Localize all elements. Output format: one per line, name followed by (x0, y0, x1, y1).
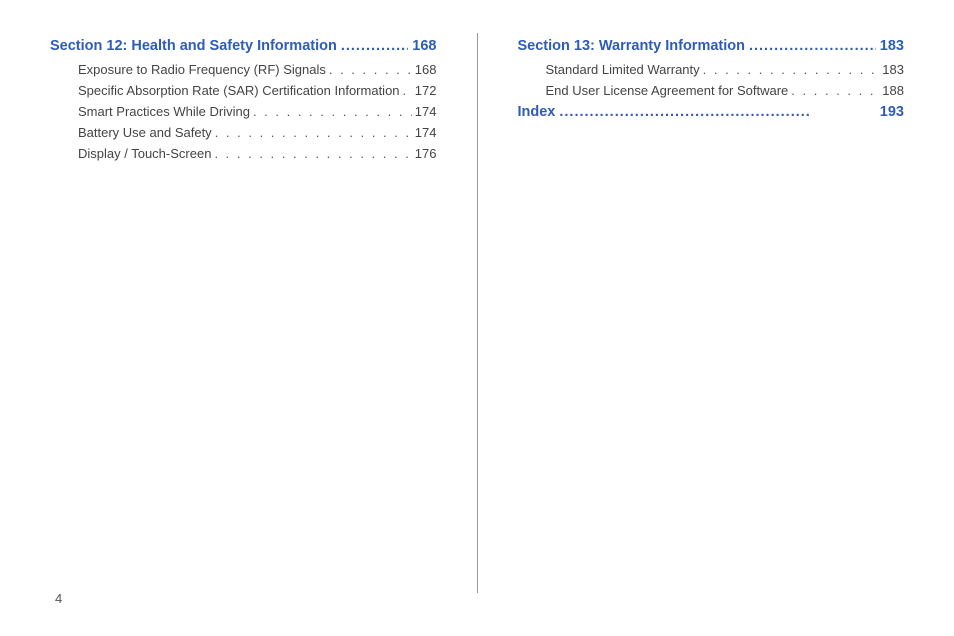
section-title: Section 12: Health and Safety Informatio… (50, 38, 337, 54)
entry-page: 188 (882, 83, 904, 98)
leader-dots: . . . . . . . . . . . . . . . . . . . . … (791, 83, 879, 98)
section-title: Index (518, 104, 556, 120)
toc-entry: Display / Touch-Screen . . . . . . . . .… (78, 146, 437, 161)
entry-title: Exposure to Radio Frequency (RF) Signals (78, 62, 326, 77)
leader-dots: . . . . . . . . . . . . . . . . . . . . … (329, 62, 412, 77)
entry-title: End User License Agreement for Software (546, 83, 789, 98)
section-13-header: Section 13: Warranty Information .......… (518, 38, 905, 54)
entry-page: 174 (415, 104, 437, 119)
entry-page: 174 (415, 125, 437, 140)
leader-dots: ........................................… (749, 38, 876, 54)
toc-entry: End User License Agreement for Software … (546, 83, 905, 98)
toc-entry: Specific Absorption Rate (SAR) Certifica… (78, 83, 437, 98)
toc-page: Section 12: Health and Safety Informatio… (0, 0, 954, 593)
leader-dots: . . . . . . . . . . . . . . . . . . . . … (215, 125, 412, 140)
entry-title: Standard Limited Warranty (546, 62, 700, 77)
toc-entry: Smart Practices While Driving . . . . . … (78, 104, 437, 119)
section-page: 183 (880, 38, 904, 54)
entry-page: 172 (415, 83, 437, 98)
section-12-header: Section 12: Health and Safety Informatio… (50, 38, 437, 54)
index-header: Index ..................................… (518, 104, 905, 120)
entry-title: Battery Use and Safety (78, 125, 212, 140)
leader-dots: . . . . . . . . . . . . . . . . . . . . … (403, 83, 412, 98)
left-column: Section 12: Health and Safety Informatio… (50, 38, 437, 593)
entry-page: 176 (415, 146, 437, 161)
leader-dots: . . . . . . . . . . . . . . . . . . . . … (214, 146, 411, 161)
page-number: 4 (55, 591, 62, 606)
leader-dots: ........................................… (341, 38, 408, 54)
entry-title: Smart Practices While Driving (78, 104, 250, 119)
section-page: 168 (412, 38, 436, 54)
leader-dots: . . . . . . . . . . . . . . . . . . . . … (703, 62, 880, 77)
section-title: Section 13: Warranty Information (518, 38, 745, 54)
entry-title: Display / Touch-Screen (78, 146, 211, 161)
toc-entry: Exposure to Radio Frequency (RF) Signals… (78, 62, 437, 77)
section-page: 193 (880, 104, 904, 120)
leader-dots: ........................................… (559, 104, 875, 120)
right-column: Section 13: Warranty Information .......… (518, 38, 905, 593)
toc-entry: Battery Use and Safety . . . . . . . . .… (78, 125, 437, 140)
entry-title: Specific Absorption Rate (SAR) Certifica… (78, 83, 400, 98)
entry-page: 168 (415, 62, 437, 77)
column-divider (477, 33, 478, 593)
leader-dots: . . . . . . . . . . . . . . . . . . . . … (253, 104, 412, 119)
entry-page: 183 (882, 62, 904, 77)
toc-entry: Standard Limited Warranty . . . . . . . … (546, 62, 905, 77)
